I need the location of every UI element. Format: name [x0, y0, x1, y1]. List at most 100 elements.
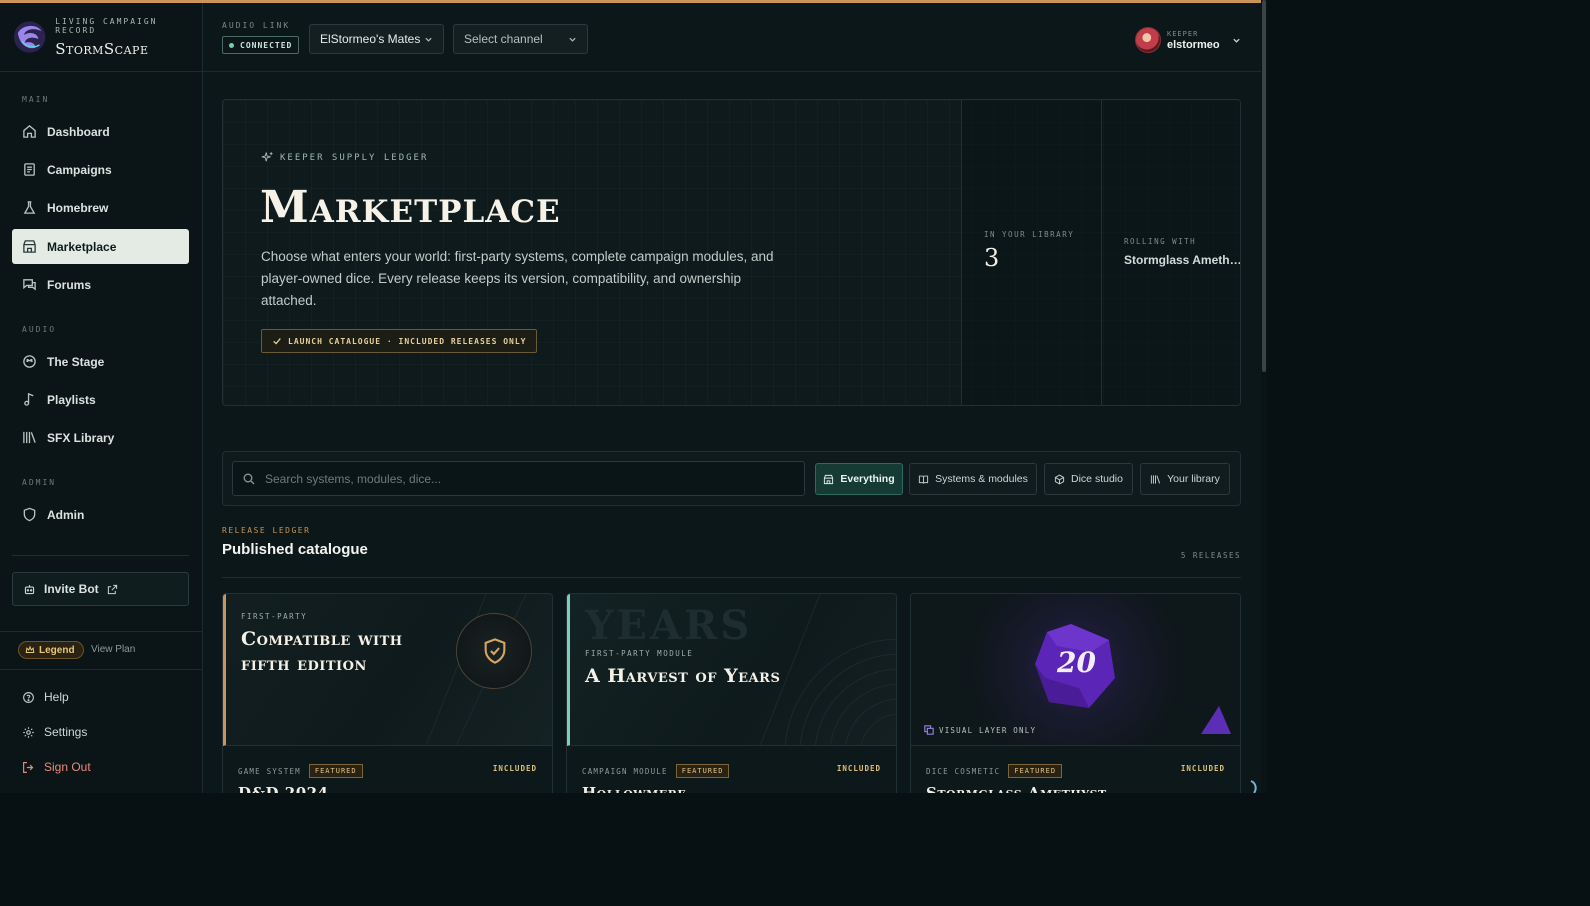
sidebar-item-label: Dashboard — [47, 124, 110, 139]
help-link[interactable]: Help — [22, 690, 69, 704]
user-menu[interactable]: KEEPER elstormeo — [1135, 25, 1241, 55]
release-count: 5 RELEASES — [1180, 551, 1241, 560]
top-bar: AUDIO LINK CONNECTED ElStormeo's Mates S… — [203, 3, 1261, 72]
card-art: 20 VISUAL LAYER ONLY — [911, 594, 1240, 746]
channel-select[interactable]: Select channel — [453, 24, 588, 54]
search-icon — [243, 473, 255, 484]
connection-status-text: CONNECTED — [240, 40, 293, 50]
brand-tagline: LIVING CAMPAIGN RECORD — [55, 16, 158, 35]
sidebar-item-admin[interactable]: Admin — [12, 497, 189, 532]
invite-bot-label: Invite Bot — [44, 582, 99, 596]
sidebar-item-label: Homebrew — [47, 200, 109, 215]
sidebar-item-label: Marketplace — [47, 239, 117, 254]
sidebar-item-sfx-library[interactable]: SFX Library — [12, 420, 189, 455]
ledger-divider — [222, 577, 1241, 578]
view-plan-link[interactable]: View Plan — [91, 644, 135, 655]
library-stat-label: IN YOUR LIBRARY — [984, 230, 1075, 239]
sidebar-item-dashboard[interactable]: Dashboard — [12, 114, 189, 149]
filter-your-library[interactable]: Your library — [1140, 463, 1230, 495]
scrollbar-thumb[interactable] — [1262, 0, 1266, 372]
chevron-down-icon — [425, 37, 432, 42]
sidebar-item-label: Campaigns — [47, 162, 112, 177]
search-input[interactable] — [265, 471, 785, 486]
filter-everything[interactable]: Everything — [815, 463, 903, 495]
home-icon — [23, 125, 36, 138]
section-label-admin: ADMIN — [22, 478, 57, 487]
flask-icon — [23, 201, 36, 214]
search-box[interactable] — [232, 461, 805, 496]
hero-eyebrow-text: KEEPER SUPPLY LEDGER — [280, 152, 429, 163]
card-title: Hollowmere — [582, 784, 687, 793]
user-name: elstormeo — [1167, 38, 1220, 51]
sidebar-divider — [0, 669, 203, 670]
release-card-hollowmere[interactable]: YEARS FIRST-PARTY MODULE A Harvest of Ye… — [566, 593, 897, 793]
featured-badge: FEATURED — [308, 764, 363, 778]
card-type: GAME SYSTEM — [238, 766, 301, 776]
shield-icon — [23, 507, 36, 522]
sidebar-item-homebrew[interactable]: Homebrew — [12, 190, 189, 225]
featured-badge: FEATURED — [1008, 764, 1063, 778]
shield-check-icon — [484, 638, 506, 664]
filter-dice-studio[interactable]: Dice studio — [1044, 463, 1133, 495]
marketplace-hero: KEEPER SUPPLY LEDGER Marketplace Choose … — [222, 99, 1241, 406]
card-art-title: Compatible with fifth edition — [241, 628, 403, 675]
sidebar-item-label: Forums — [47, 277, 92, 292]
release-card-dnd-2024[interactable]: FIRST-PARTY Compatible with fifth editio… — [222, 593, 553, 793]
sidebar-item-playlists[interactable]: Playlists — [12, 382, 189, 417]
visual-layer-text: VISUAL LAYER ONLY — [939, 725, 1037, 735]
settings-link[interactable]: Settings — [22, 725, 87, 739]
sign-out-label: Sign Out — [44, 760, 91, 774]
card-type: CAMPAIGN MODULE — [582, 766, 668, 776]
sidebar-item-campaigns[interactable]: Campaigns — [12, 152, 189, 187]
card-art-eyebrow: FIRST-PARTY MODULE — [585, 649, 694, 658]
filter-label: Everything — [840, 473, 895, 485]
card-title: Stormglass Amethyst — [926, 784, 1107, 793]
library-icon — [23, 431, 36, 444]
rolling-stat: ROLLING WITH Stormglass Amethyst — [1101, 100, 1240, 405]
sidebar-divider — [12, 555, 189, 556]
floating-widget-icon[interactable] — [1248, 779, 1260, 793]
sidebar-item-marketplace[interactable]: Marketplace — [12, 229, 189, 264]
card-art: YEARS FIRST-PARTY MODULE A Harvest of Ye… — [567, 594, 896, 746]
catalogue-chip: LAUNCH CATALOGUE · INCLUDED RELEASES ONL… — [261, 329, 538, 353]
server-select[interactable]: ElStormeo's Mates — [309, 24, 444, 54]
card-meta: GAME SYSTEM FEATURED — [238, 764, 363, 778]
seal-emblem — [456, 613, 532, 689]
stormscape-logo-icon — [13, 21, 46, 53]
invite-bot-button[interactable]: Invite Bot — [12, 572, 189, 606]
ledger-label: RELEASE LEDGER — [222, 526, 311, 535]
visual-layer-note: VISUAL LAYER ONLY — [924, 725, 1036, 735]
sidebar-divider — [0, 631, 203, 632]
filter-systems-modules[interactable]: Systems & modules — [909, 463, 1037, 495]
page-title: Marketplace — [260, 182, 561, 233]
sidebar-item-forums[interactable]: Forums — [12, 267, 189, 302]
filter-label: Your library — [1167, 473, 1220, 485]
card-meta: CAMPAIGN MODULE FEATURED — [582, 764, 730, 778]
user-role: KEEPER — [1167, 29, 1199, 38]
chevron-down-icon — [569, 37, 576, 42]
card-art: FIRST-PARTY Compatible with fifth editio… — [223, 594, 552, 746]
rolling-dice-name: Stormglass Amethyst — [1124, 253, 1241, 267]
dice-icon — [1054, 473, 1065, 485]
channel-select-value: Select channel — [464, 32, 543, 46]
library-stat: IN YOUR LIBRARY 3 — [961, 100, 1101, 405]
sidebar-item-label: The Stage — [47, 354, 105, 369]
store-icon — [824, 474, 834, 484]
crown-icon — [25, 645, 35, 653]
sidebar-item-label: SFX Library — [47, 430, 115, 445]
brand-name: StormScape — [55, 39, 149, 58]
hero-eyebrow: KEEPER SUPPLY LEDGER — [261, 151, 428, 164]
card-art-title: A Harvest of Years — [585, 665, 781, 687]
brand[interactable]: LIVING CAMPAIGN RECORD StormScape — [0, 3, 202, 72]
filter-label: Systems & modules — [935, 473, 1028, 485]
audio-link-label: AUDIO LINK — [222, 21, 291, 30]
sign-out-link[interactable]: Sign Out — [22, 760, 91, 774]
layers-icon — [924, 725, 934, 735]
triangle-shard-icon — [1201, 706, 1231, 734]
release-card-stormglass-amethyst[interactable]: 20 VISUAL LAYER ONLY DICE COSMETIC FEATU… — [910, 593, 1241, 793]
card-meta: DICE COSMETIC FEATURED — [926, 764, 1063, 778]
plan-badge-label: Legend — [39, 644, 75, 656]
card-art-watermark: YEARS — [585, 602, 753, 649]
sidebar-item-the-stage[interactable]: The Stage — [12, 344, 189, 379]
featured-badge: FEATURED — [675, 764, 730, 778]
